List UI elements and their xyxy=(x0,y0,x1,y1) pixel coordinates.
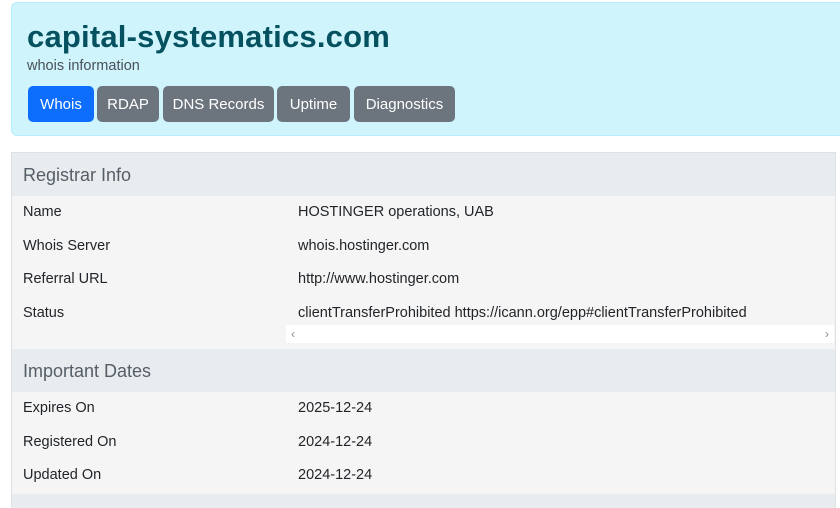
row-label: Whois Server xyxy=(23,238,111,254)
scroll-left-arrow-icon[interactable]: ‹ xyxy=(291,327,295,341)
page-title: capital-systematics.com xyxy=(27,19,390,54)
tab-whois[interactable]: Whois xyxy=(28,86,94,122)
row-label: Expires On xyxy=(23,400,95,416)
tab-uptime[interactable]: Uptime xyxy=(277,86,350,122)
row-value: clientTransferProhibited https://icann.o… xyxy=(298,305,747,321)
row-value: whois.hostinger.com xyxy=(298,238,430,254)
page-subtitle: whois information xyxy=(27,58,140,74)
whois-table: Registrar Info Name HOSTINGER operations… xyxy=(11,152,836,508)
table-row: Updated On 2024-12-24 xyxy=(12,459,835,493)
table-row: Name HOSTINGER operations, UAB xyxy=(12,196,835,230)
row-value: HOSTINGER operations, UAB xyxy=(298,204,494,220)
row-label: Registered On xyxy=(23,434,117,450)
header-banner: capital-systematics.com whois informatio… xyxy=(11,2,840,136)
row-value: 2024-12-24 xyxy=(298,467,373,483)
section-title: Important Dates xyxy=(23,361,152,381)
row-value: 2024-12-24 xyxy=(298,434,373,450)
section-title: Registrar Info xyxy=(23,165,132,185)
row-label: Name xyxy=(23,204,62,220)
table-row: Registered On 2024-12-24 xyxy=(12,426,835,460)
scroll-right-arrow-icon[interactable]: › xyxy=(825,327,829,341)
tab-dns-records[interactable]: DNS Records xyxy=(163,86,274,122)
row-label: Status xyxy=(23,305,65,321)
row-label: Referral URL xyxy=(23,271,108,287)
table-row: Whois Server whois.hostinger.com xyxy=(12,230,835,264)
row-label: Updated On xyxy=(23,467,102,483)
section-header-registrar: Registrar Info xyxy=(12,153,835,196)
table-row: Referral URL http://www.hostinger.com xyxy=(12,263,835,297)
tab-rdap[interactable]: RDAP xyxy=(97,86,159,122)
table-row: Expires On 2025-12-24 xyxy=(12,392,835,426)
status-horizontal-scrollbar[interactable]: ‹ › xyxy=(286,325,834,343)
row-value: 2025-12-24 xyxy=(298,400,373,416)
section-header-dates: Important Dates xyxy=(12,349,835,392)
tab-diagnostics[interactable]: Diagnostics xyxy=(354,86,455,122)
row-value: http://www.hostinger.com xyxy=(298,271,460,287)
next-section-header xyxy=(12,494,835,508)
